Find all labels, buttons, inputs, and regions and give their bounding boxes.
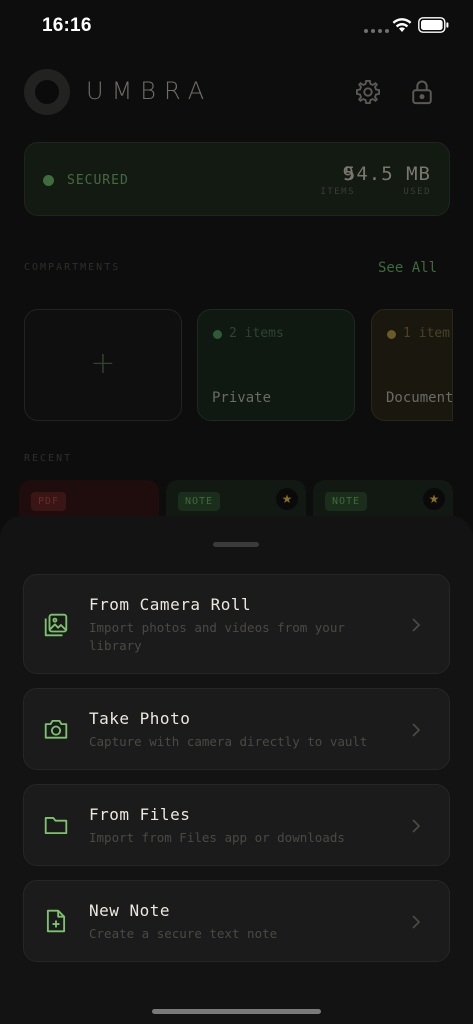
recent-heading: RECENT — [24, 453, 73, 464]
chevron-right-icon — [412, 618, 421, 632]
chevron-right-icon — [412, 915, 421, 929]
used-label: USED — [403, 187, 431, 197]
plus-icon: + — [90, 346, 116, 381]
app-logo — [24, 69, 70, 115]
compartment-name: Documents — [386, 390, 453, 406]
wifi-icon — [392, 18, 412, 32]
status-bar: 16:16 — [0, 0, 473, 54]
gear-icon[interactable] — [354, 78, 382, 106]
cellular-signal-icon — [364, 29, 389, 33]
camera-icon — [44, 719, 68, 739]
compartment-color-dot — [387, 330, 396, 339]
option-subtitle: Import photos and videos from your libra… — [89, 620, 345, 653]
new-note-icon — [46, 909, 66, 933]
compartment-name: Private — [212, 390, 272, 406]
chevron-right-icon — [412, 723, 421, 737]
compartment-count: 1 item — [403, 326, 450, 341]
compartment-card-documents[interactable]: 1 item Documents — [371, 309, 453, 421]
take-photo-option[interactable]: Take Photo Capture with camera directly … — [23, 688, 450, 770]
photo-library-icon — [44, 613, 68, 637]
file-type-badge: PDF — [31, 492, 67, 511]
option-subtitle: Create a secure text note — [89, 926, 278, 941]
file-type-badge: NOTE — [178, 492, 221, 511]
battery-icon — [418, 17, 449, 33]
option-subtitle: Capture with camera directly to vault — [89, 734, 368, 749]
vault-status-card: SECURED 9 ITEMS 54.5 MB USED — [24, 142, 450, 216]
compartments-heading: COMPARTMENTS — [24, 262, 121, 273]
option-subtitle: Import from Files app or downloads — [89, 830, 345, 845]
status-time: 16:16 — [42, 15, 92, 36]
add-item-sheet: From Camera Roll Import photos and video… — [0, 516, 473, 1024]
lock-icon[interactable] — [408, 78, 436, 106]
used-stat: 54.5 MB USED — [341, 163, 431, 197]
star-icon: ★ — [423, 488, 445, 510]
see-all-link[interactable]: See All — [378, 260, 437, 276]
compartment-color-dot — [213, 330, 222, 339]
chevron-right-icon — [412, 819, 421, 833]
app-title: UMBRA — [86, 77, 213, 105]
new-note-option[interactable]: New Note Create a secure text note — [23, 880, 450, 962]
sheet-drag-handle[interactable] — [213, 542, 259, 547]
compartment-card-private[interactable]: 2 items Private — [197, 309, 355, 421]
star-icon: ★ — [276, 488, 298, 510]
home-indicator[interactable] — [152, 1009, 321, 1014]
folder-icon — [44, 817, 68, 835]
from-files-option[interactable]: From Files Import from Files app or down… — [23, 784, 450, 866]
option-title: From Files — [89, 805, 191, 824]
secured-indicator — [43, 175, 54, 186]
from-camera-roll-option[interactable]: From Camera Roll Import photos and video… — [23, 574, 450, 674]
used-value: 54.5 MB — [343, 163, 431, 185]
option-title: New Note — [89, 901, 171, 920]
option-title: From Camera Roll — [89, 595, 252, 614]
app-header: UMBRA — [0, 66, 473, 118]
option-title: Take Photo — [89, 709, 191, 728]
compartment-count: 2 items — [229, 326, 284, 341]
file-type-badge: NOTE — [325, 492, 368, 511]
vault-state: SECURED — [67, 173, 129, 188]
add-compartment-button[interactable]: + — [24, 309, 182, 421]
